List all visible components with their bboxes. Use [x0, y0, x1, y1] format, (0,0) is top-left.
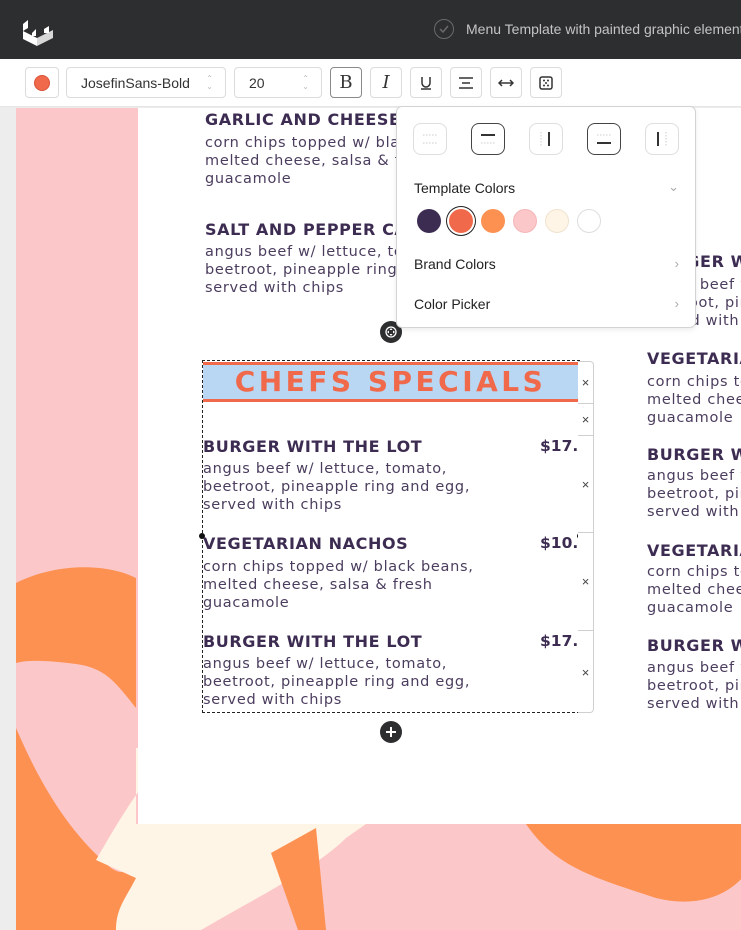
- bold-icon: B: [339, 72, 353, 93]
- color-swatch-orange[interactable]: [481, 209, 505, 233]
- remove-row-button[interactable]: ×: [578, 631, 593, 713]
- special-item-desc[interactable]: angus beef w/ lettuce, tomato, beetroot,…: [203, 655, 470, 709]
- font-family-value: JosefinSans-Bold: [81, 74, 190, 91]
- special-item-name[interactable]: VEGETARIAN NACHOS: [203, 534, 408, 553]
- special-item-name[interactable]: BURGER WITH THE LOT: [203, 437, 422, 456]
- italic-icon: I: [382, 72, 390, 93]
- top-border-icon: [481, 134, 495, 144]
- menu-item-desc[interactable]: angus beef w/ lettuce, tomato, beetroot,…: [647, 467, 741, 521]
- border-option-none[interactable]: [413, 123, 447, 155]
- underline-icon: [421, 76, 431, 90]
- row-controls: × × × × ×: [578, 361, 594, 713]
- orange-brush-right: [526, 824, 741, 902]
- text-color-swatch: [34, 74, 50, 91]
- no-border-icon: [423, 134, 437, 144]
- italic-button[interactable]: I: [370, 67, 402, 98]
- menu-item-desc[interactable]: angus beef w/ lettuce, tomato, beetroot,…: [647, 659, 741, 713]
- color-swatch-cream[interactable]: [545, 209, 569, 233]
- font-size-value: 20: [249, 74, 265, 91]
- font-size-select[interactable]: 20 ⌃ ⌄: [234, 67, 322, 98]
- top-bar: Menu Template with painted graphic eleme…: [0, 0, 741, 59]
- check-circle-icon: [434, 19, 454, 39]
- letter-spacing-button[interactable]: [490, 67, 522, 98]
- bold-button[interactable]: B: [330, 67, 362, 98]
- align-center-icon: [459, 76, 473, 89]
- chevron-right-icon[interactable]: ›: [675, 296, 679, 311]
- text-color-button[interactable]: [25, 67, 59, 98]
- plus-icon: [386, 727, 396, 737]
- special-item-name[interactable]: BURGER WITH THE LOT: [203, 632, 422, 651]
- app-logo-icon[interactable]: [20, 14, 56, 46]
- remove-row-button[interactable]: ×: [578, 362, 593, 404]
- add-row-button[interactable]: [380, 721, 402, 743]
- resize-handle-left[interactable]: [199, 533, 205, 539]
- border-option-bottom[interactable]: [587, 123, 621, 155]
- border-style-button[interactable]: [530, 67, 562, 98]
- border-option-right[interactable]: [529, 123, 563, 155]
- menu-item-name[interactable]: BURGER WITH THE LOT: [647, 636, 741, 655]
- orange-brush-left: [16, 567, 136, 708]
- color-swatch-purple[interactable]: [417, 209, 441, 233]
- color-swatch-red-orange-selected[interactable]: [449, 209, 473, 233]
- right-border-icon: [540, 132, 550, 146]
- menu-item-name[interactable]: VEGETARIAN NACHOS: [647, 349, 741, 368]
- menu-item-name[interactable]: GARLIC AND CHEESE: [205, 110, 401, 129]
- menu-item-name[interactable]: BURGER WITH THE LOT: [647, 445, 741, 464]
- border-color-popover: Template Colors ⌄ Brand Colors › Color P…: [396, 106, 696, 328]
- chevron-down-icon[interactable]: ⌄: [668, 179, 679, 195]
- select-arrows-icon: ⌃ ⌄: [302, 74, 309, 91]
- underline-button[interactable]: [410, 67, 442, 98]
- menu-item-desc[interactable]: corn chips topped w/ black beans, melted…: [647, 373, 741, 427]
- special-item-desc[interactable]: corn chips topped w/ black beans, melted…: [203, 558, 474, 612]
- border-option-top[interactable]: [471, 123, 505, 155]
- menu-item-name[interactable]: VEGETARIAN NACHOS: [647, 541, 741, 560]
- border-style-icon: [539, 75, 553, 90]
- menu-item-desc[interactable]: corn chips topped w/ black beans, melted…: [647, 563, 741, 617]
- color-swatch-white[interactable]: [577, 209, 601, 233]
- section-header[interactable]: CHEFS SPECIALS: [203, 362, 578, 402]
- color-picker-item[interactable]: Color Picker: [414, 296, 490, 312]
- color-swatch-pink[interactable]: [513, 209, 537, 233]
- font-family-select[interactable]: JosefinSans-Bold ⌃ ⌄: [66, 67, 226, 98]
- chevron-right-icon[interactable]: ›: [675, 256, 679, 271]
- text-format-toolbar: JosefinSans-Bold ⌃ ⌄ 20 ⌃ ⌄ B I: [0, 59, 741, 107]
- template-colors-heading[interactable]: Template Colors: [414, 180, 515, 196]
- border-option-left[interactable]: [645, 123, 679, 155]
- bottom-border-icon: [597, 134, 611, 144]
- remove-row-button[interactable]: ×: [578, 404, 593, 436]
- document-title-area: Menu Template with painted graphic eleme…: [434, 19, 741, 39]
- special-item-desc[interactable]: angus beef w/ lettuce, tomato, beetroot,…: [203, 460, 470, 514]
- letter-spacing-icon: [498, 78, 514, 87]
- left-border-icon: [657, 132, 667, 146]
- brand-colors-item[interactable]: Brand Colors: [414, 256, 496, 272]
- remove-row-button[interactable]: ×: [578, 436, 593, 533]
- section-title[interactable]: CHEFS SPECIALS: [235, 365, 547, 398]
- select-arrows-icon: ⌃ ⌄: [206, 74, 213, 91]
- align-button[interactable]: [450, 67, 482, 98]
- remove-row-button[interactable]: ×: [578, 533, 593, 631]
- document-title[interactable]: Menu Template with painted graphic eleme…: [466, 21, 741, 37]
